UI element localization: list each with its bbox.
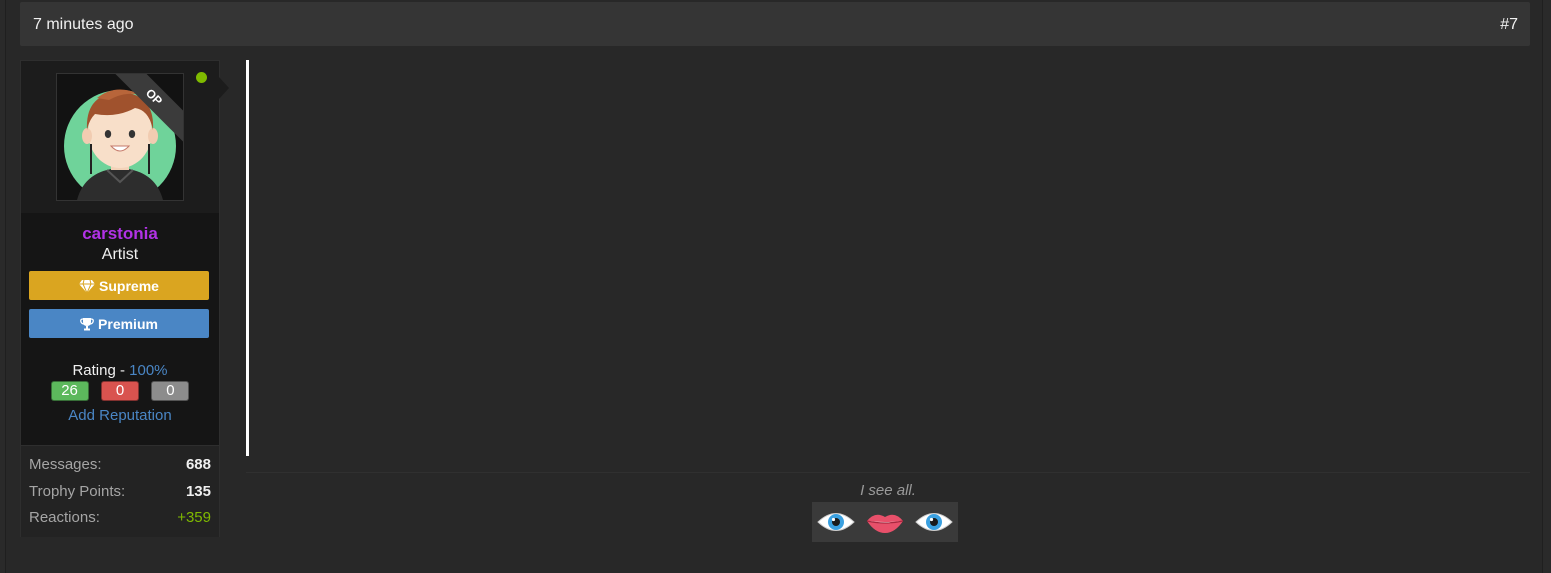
diamond-icon bbox=[79, 279, 96, 293]
card-arrow bbox=[219, 77, 229, 99]
negative-rep-badge: 0 bbox=[101, 381, 139, 401]
add-reputation-link[interactable]: Add Reputation bbox=[21, 407, 219, 424]
premium-banner: Premium bbox=[29, 309, 209, 338]
rating-line: Rating - 100% bbox=[21, 362, 219, 379]
post-content bbox=[246, 60, 1533, 456]
online-status-indicator bbox=[196, 72, 207, 83]
positive-rep-badge: 26 bbox=[50, 381, 89, 401]
stat-reactions: Reactions: +359 bbox=[29, 509, 211, 529]
avatar-area: OP bbox=[21, 61, 219, 213]
signature-text: I see all. bbox=[860, 482, 916, 499]
post-container: 7 minutes ago #7 OP carstonia Artist Sup… bbox=[5, 0, 1543, 573]
rating-label: Rating - bbox=[72, 362, 130, 379]
stat-value: +359 bbox=[177, 509, 211, 526]
supreme-banner: Supreme bbox=[29, 271, 209, 300]
stat-label: Reactions: bbox=[29, 509, 100, 526]
reputation-badges: 26 0 0 bbox=[21, 381, 219, 401]
supreme-banner-label: Supreme bbox=[99, 277, 159, 294]
user-stats: Messages: 688 Trophy Points: 135 Reactio… bbox=[21, 445, 219, 537]
avatar[interactable]: OP bbox=[56, 73, 184, 201]
username-link[interactable]: carstonia bbox=[21, 224, 219, 244]
stat-label: Messages: bbox=[29, 456, 102, 473]
stat-value[interactable]: 688 bbox=[186, 456, 211, 473]
stat-label: Trophy Points: bbox=[29, 483, 126, 500]
stat-trophy-points: Trophy Points: 135 bbox=[29, 483, 211, 503]
user-card: OP carstonia Artist Supreme Premium Rati bbox=[20, 60, 229, 537]
trophy-icon bbox=[80, 317, 94, 330]
user-title: Artist bbox=[101, 246, 139, 263]
signature-emojis bbox=[812, 502, 958, 542]
eye-icon bbox=[914, 513, 953, 531]
post-number-link[interactable]: #7 bbox=[1500, 16, 1518, 34]
rating-percent: 100% bbox=[129, 362, 168, 379]
post-header: 7 minutes ago #7 bbox=[20, 2, 1530, 46]
post-timestamp[interactable]: 7 minutes ago bbox=[33, 16, 134, 34]
eye-icon bbox=[817, 513, 856, 531]
signature-divider bbox=[246, 472, 1530, 473]
stat-messages: Messages: 688 bbox=[29, 456, 211, 476]
neutral-rep-badge: 0 bbox=[151, 381, 190, 401]
premium-banner-label: Premium bbox=[98, 315, 158, 332]
stat-value[interactable]: 135 bbox=[186, 483, 211, 500]
lips-icon bbox=[866, 514, 904, 533]
